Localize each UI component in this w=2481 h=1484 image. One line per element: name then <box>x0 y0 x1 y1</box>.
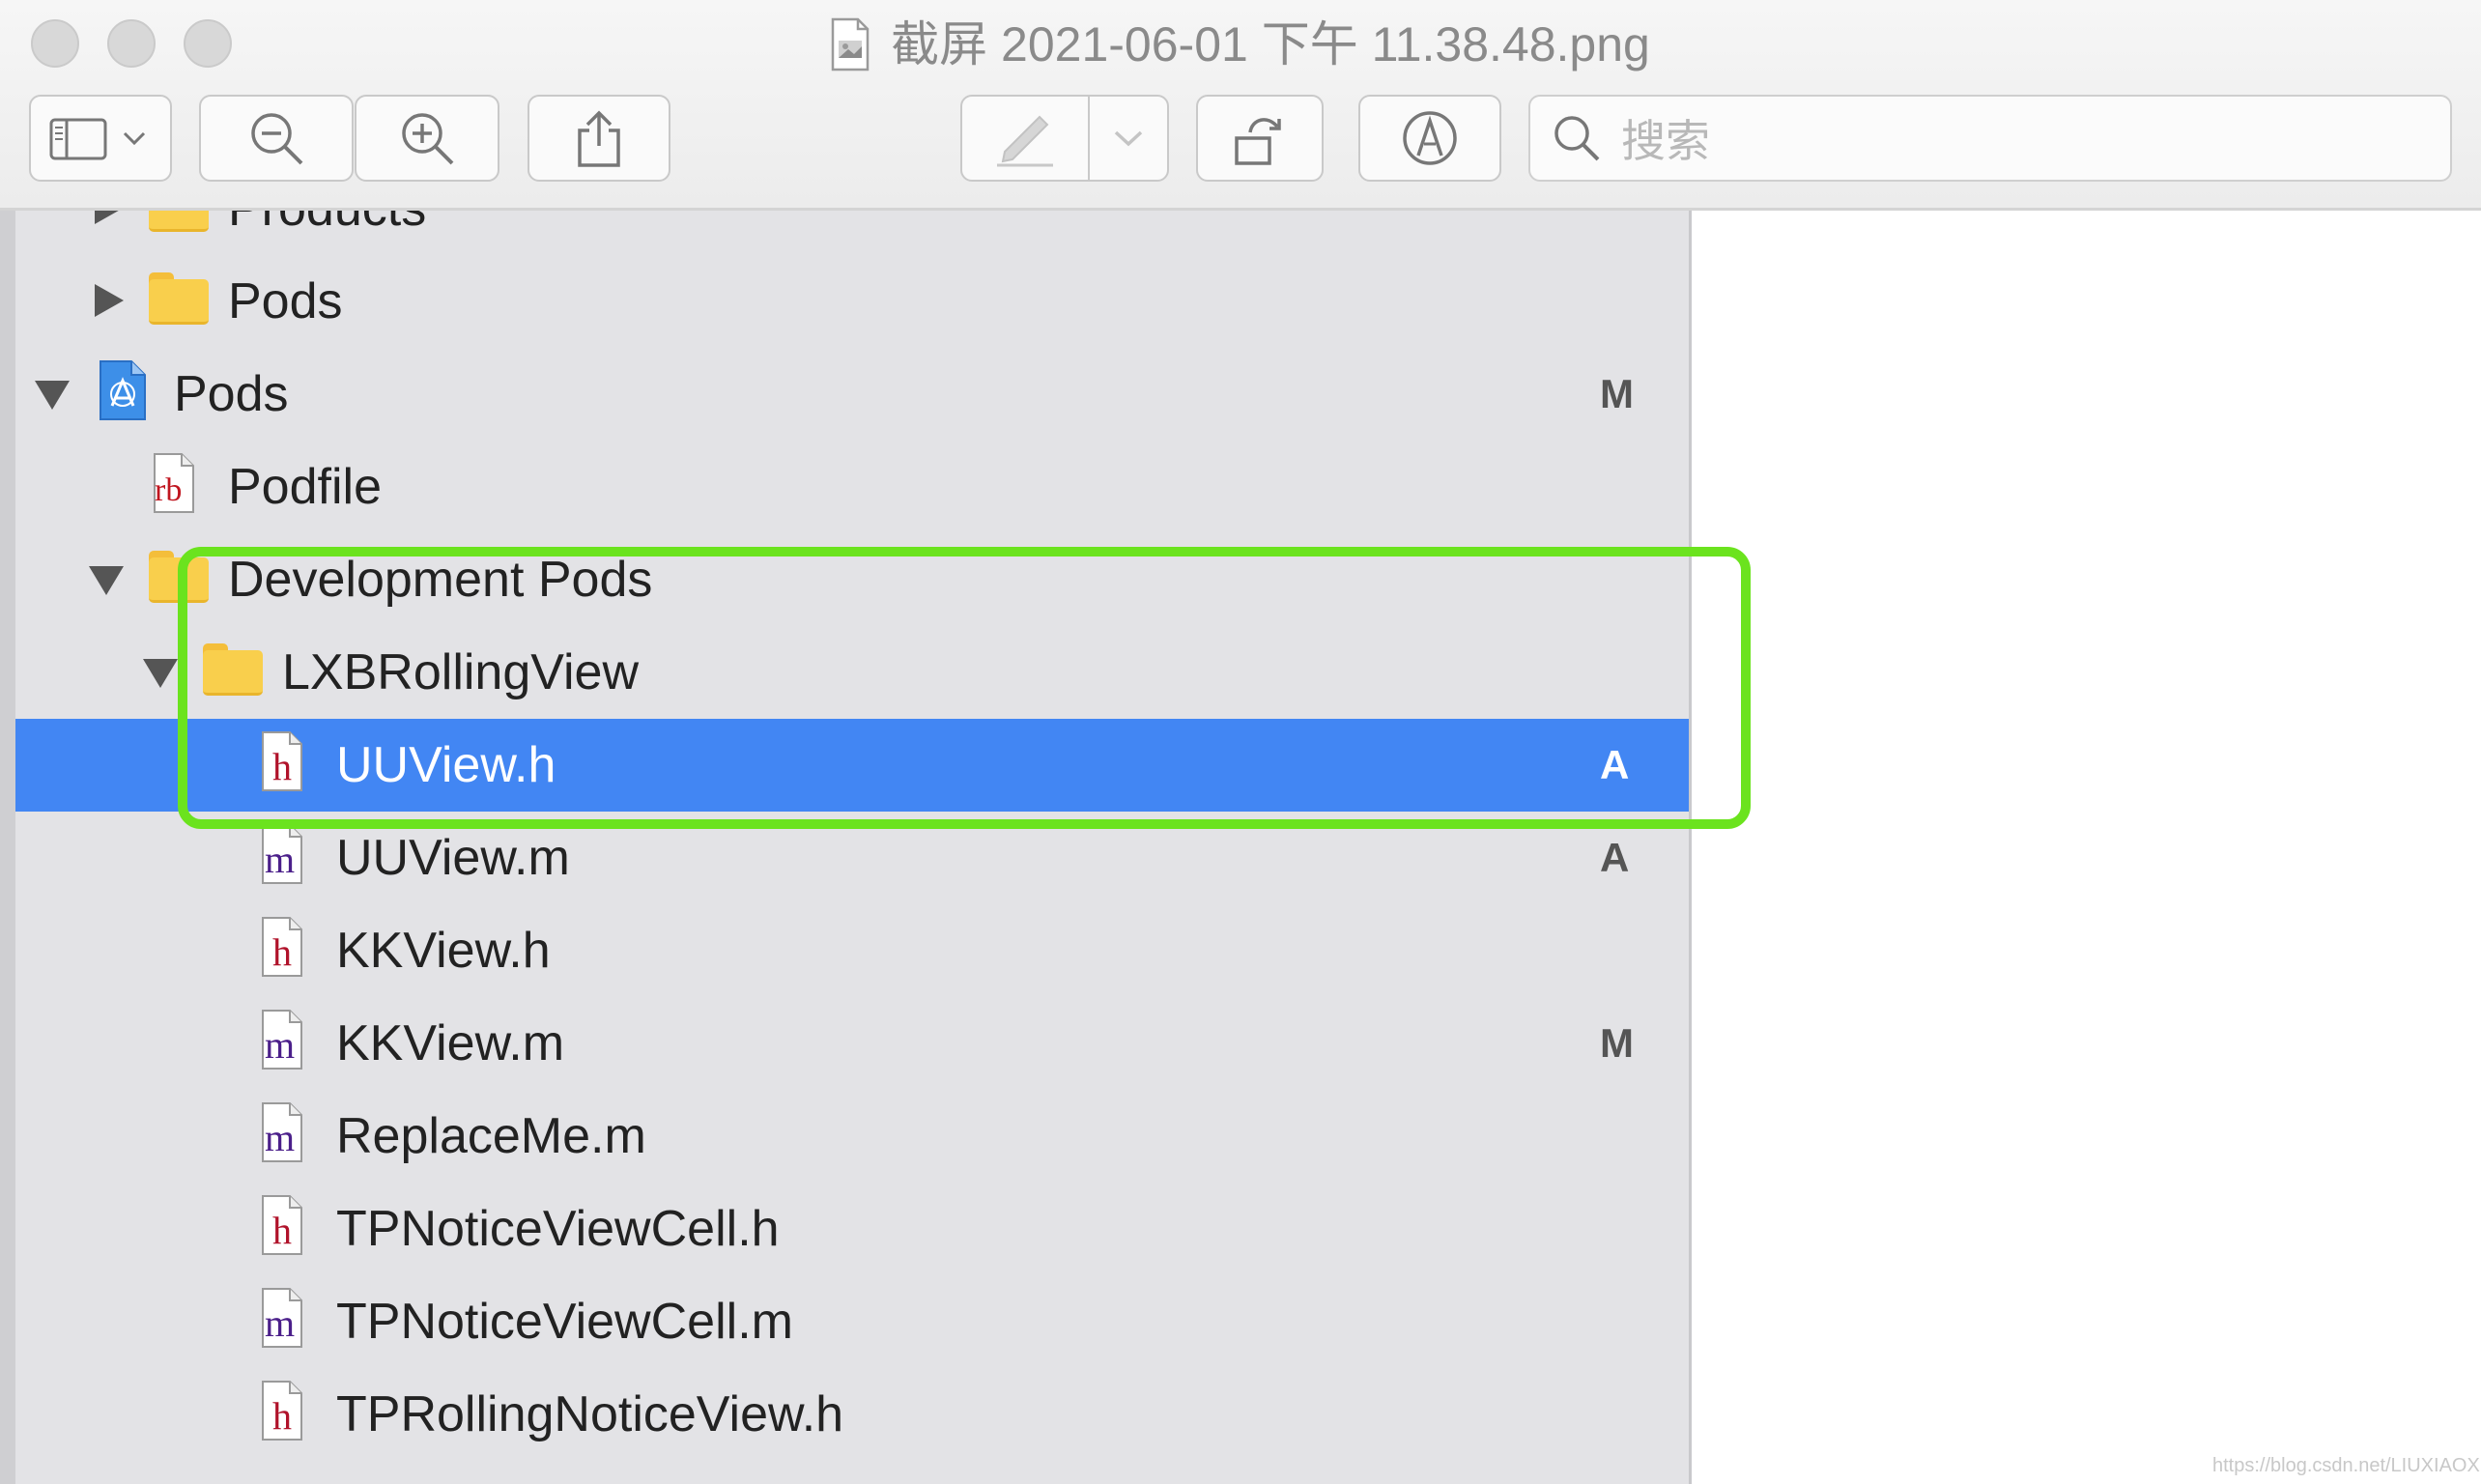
folder-icon <box>149 211 209 232</box>
sidebar-toggle-button[interactable] <box>29 95 172 182</box>
row-label: Pods <box>228 273 343 329</box>
navigator-row-replaceme-m[interactable]: m ReplaceMe.m <box>15 1090 1689 1183</box>
ruby-file-glyph: rb <box>155 472 183 508</box>
disclosure-triangle-collapsed[interactable] <box>95 211 124 224</box>
navigator-row-kkview-h[interactable]: h KKView.h <box>15 904 1689 997</box>
source-file-glyph: m <box>265 1023 296 1067</box>
header-file-glyph: h <box>272 1209 292 1252</box>
navigator-row-products[interactable]: Products <box>15 211 1689 255</box>
row-label: Pods <box>174 366 289 422</box>
zoom-out-button[interactable] <box>199 95 354 182</box>
navigator-row-pods-project[interactable]: Pods M <box>15 348 1689 441</box>
search-field[interactable]: 搜索 <box>1528 95 2452 182</box>
search-placeholder: 搜索 <box>1621 116 1710 166</box>
zoom-in-icon <box>402 113 454 165</box>
rotate-icon <box>1235 118 1281 165</box>
window-title-bar: 截屏 2021-06-01 下午 11.38.48.png <box>0 8 2481 81</box>
header-file-glyph: h <box>272 1394 292 1438</box>
disclosure-triangle-expanded[interactable] <box>35 381 70 410</box>
row-label: ReplaceMe.m <box>336 1108 646 1164</box>
highlight-annotation-box <box>178 547 1751 829</box>
row-label: TPNoticeViewCell.m <box>336 1294 793 1350</box>
source-file-glyph: m <box>265 838 296 881</box>
annotate-button[interactable] <box>1358 95 1501 182</box>
watermark: https://blog.csdn.net/LIUXIAOXIAOBG <box>2212 1455 2481 1476</box>
row-label: Podfile <box>228 459 382 515</box>
xcode-project-icon <box>100 360 146 420</box>
disclosure-triangle-collapsed[interactable] <box>95 284 124 317</box>
search-icon <box>1554 116 1600 161</box>
navigator-row-tprollingnoticeview-h[interactable]: h TPRollingNoticeView.h <box>15 1368 1689 1461</box>
zoom-out-icon <box>251 113 303 165</box>
image-file-icon <box>831 17 870 71</box>
navigator-row-pods-folder[interactable]: Pods <box>15 255 1689 348</box>
navigator-row-kkview-m[interactable]: m KKView.m M <box>15 997 1689 1090</box>
folder-icon <box>149 272 209 325</box>
share-button[interactable] <box>528 95 670 182</box>
navigator-row-tpnoticeviewcell-m[interactable]: m TPNoticeViewCell.m <box>15 1275 1689 1368</box>
project-navigator: Products Pods Pods M rb Podfile Developm… <box>0 211 1692 1484</box>
row-label: KKView.m <box>336 1015 565 1071</box>
scm-status-badge: M <box>1600 371 1634 416</box>
row-label: KKView.h <box>336 923 551 979</box>
navigator-row-tpnoticeviewcell-h[interactable]: h TPNoticeViewCell.h <box>15 1183 1689 1275</box>
source-file-glyph: m <box>265 1301 296 1345</box>
markup-icon <box>1403 111 1457 165</box>
disclosure-triangle-expanded[interactable] <box>143 659 178 688</box>
disclosure-triangle-expanded[interactable] <box>89 566 124 595</box>
chevron-down-icon <box>1114 130 1143 147</box>
source-file-glyph: m <box>265 1116 296 1159</box>
row-label: Products <box>228 211 426 255</box>
markup-button[interactable] <box>960 95 1169 182</box>
zoom-in-button[interactable] <box>355 95 499 182</box>
rotate-button[interactable] <box>1196 95 1324 182</box>
scm-status-badge: M <box>1600 1020 1634 1066</box>
share-icon <box>578 110 620 167</box>
navigator-edge <box>0 211 15 1484</box>
navigator-row-podfile[interactable]: rb Podfile <box>15 441 1689 533</box>
pen-icon <box>997 115 1053 167</box>
row-label: TPNoticeViewCell.h <box>336 1201 780 1257</box>
row-label: TPRollingNoticeView.h <box>336 1386 844 1442</box>
window-toolbar: 截屏 2021-06-01 下午 11.38.48.png 搜索 <box>0 0 2481 211</box>
header-file-glyph: h <box>272 930 292 974</box>
sidebar-icon <box>49 118 146 160</box>
window-title: 截屏 2021-06-01 下午 11.38.48.png <box>891 17 1650 71</box>
